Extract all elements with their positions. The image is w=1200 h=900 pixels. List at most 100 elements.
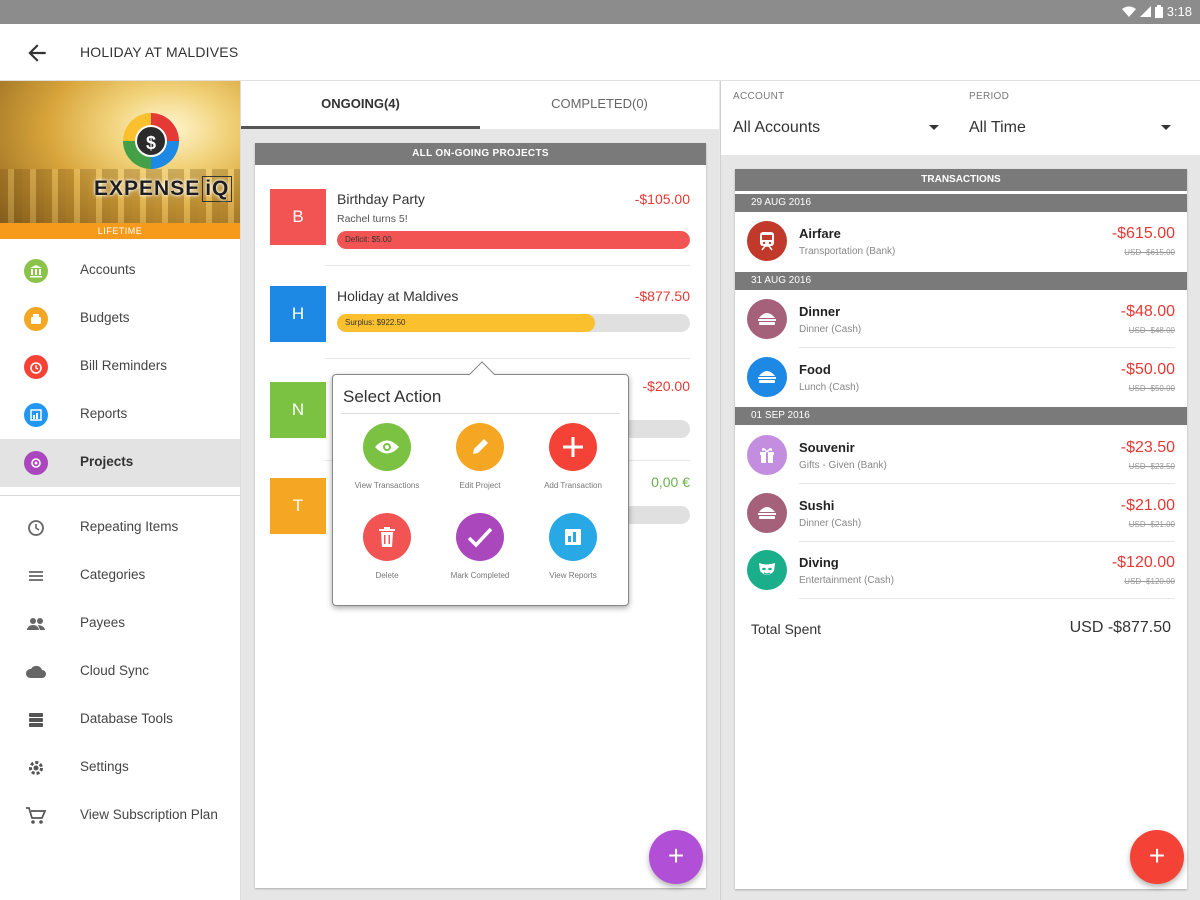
- dropdown-caret-icon: [1161, 125, 1171, 130]
- transactions-card: TRANSACTIONS 29 AUG 2016 Airfare Transpo…: [735, 169, 1187, 889]
- transactions-panel: ACCOUNT All Accounts PERIOD All Time TRA…: [720, 81, 1200, 900]
- period-label: PERIOD: [969, 91, 1010, 102]
- sidebar-item-projects[interactable]: Projects: [0, 439, 240, 487]
- sidebar-item-label: Cloud Sync: [80, 663, 150, 678]
- transaction-usd-amount: USD -$21.00: [1128, 520, 1175, 529]
- project-amount: -$20.00: [642, 378, 690, 394]
- sidebar-item-budgets[interactable]: Budgets: [0, 295, 240, 343]
- sidebar-item-cloud-sync[interactable]: Cloud Sync: [0, 648, 240, 696]
- app-logo-icon: $: [123, 113, 179, 169]
- projects-tabs: ONGOING(4) COMPLETED(0): [241, 81, 719, 129]
- tab-ongoing[interactable]: ONGOING(4): [241, 81, 480, 129]
- mask-icon: [747, 550, 787, 590]
- burger-icon: [747, 493, 787, 533]
- transaction-usd-amount: USD -$23.50: [1128, 462, 1175, 471]
- burger-icon: [747, 357, 787, 397]
- sidebar-item-settings[interactable]: Settings: [0, 744, 240, 792]
- popup-divider: [341, 413, 620, 414]
- drawer-banner: $ EXPENSE iQ LIFETIME: [0, 81, 240, 239]
- train-icon: [747, 221, 787, 261]
- budget-icon: [24, 307, 48, 331]
- mark-completed-action[interactable]: Mark Completed: [434, 513, 526, 580]
- app-brand: EXPENSE iQ: [94, 176, 233, 202]
- check-icon: [456, 513, 504, 561]
- sidebar-item-label: Repeating Items: [80, 519, 179, 534]
- select-action-popup: Select Action View Transactions Edit Pro…: [332, 361, 629, 606]
- sidebar-item-categories[interactable]: Categories: [0, 552, 240, 600]
- app-bar: HOLIDAY AT MALDIVES: [0, 24, 1200, 81]
- dropdown-caret-icon: [929, 125, 939, 130]
- row-divider: [799, 347, 1175, 348]
- account-dropdown[interactable]: ACCOUNT All Accounts: [733, 81, 945, 155]
- transaction-amount: -$120.00: [1111, 554, 1175, 571]
- sidebar-item-database-tools[interactable]: Database Tools: [0, 696, 240, 744]
- transaction-name: Dinner: [799, 304, 841, 319]
- sidebar-item-bill-reminders[interactable]: Bill Reminders: [0, 343, 240, 391]
- report-icon: [549, 513, 597, 561]
- transaction-category: Dinner (Cash): [799, 324, 862, 335]
- add-project-fab[interactable]: +: [649, 830, 703, 884]
- transactions-header: TRANSACTIONS: [735, 169, 1187, 191]
- add-transaction-action[interactable]: Add Transaction: [527, 423, 619, 490]
- action-label: View Reports: [549, 571, 597, 580]
- account-value: All Accounts: [733, 119, 821, 136]
- project-amount: -$105.00: [634, 191, 690, 207]
- transaction-name: Souvenir: [799, 440, 855, 455]
- transaction-row[interactable]: Airfare Transportation (Bank) -$615.00 U…: [735, 213, 1187, 270]
- row-divider: [325, 265, 690, 266]
- transaction-usd-amount: USD -$50.00: [1128, 384, 1175, 393]
- row-divider: [799, 598, 1175, 599]
- sidebar-item-repeating-items[interactable]: Repeating Items: [0, 504, 240, 552]
- edit-project-action[interactable]: Edit Project: [434, 423, 526, 490]
- transaction-row[interactable]: Food Lunch (Cash) -$50.00 USD -$50.00: [735, 349, 1187, 406]
- popup-title: Select Action: [343, 387, 442, 406]
- account-label: ACCOUNT: [733, 91, 785, 102]
- navigation-drawer: $ EXPENSE iQ LIFETIME Accounts Budgets Bi…: [0, 81, 241, 900]
- sidebar-item-accounts[interactable]: Accounts: [0, 247, 240, 295]
- transaction-row[interactable]: Dinner Dinner (Cash) -$48.00 USD -$48.00: [735, 291, 1187, 348]
- delete-action[interactable]: Delete: [341, 513, 433, 580]
- period-value: All Time: [969, 119, 1026, 136]
- action-label: Mark Completed: [450, 571, 510, 580]
- plus-icon: [549, 423, 597, 471]
- project-progress-bar: Surplus: $922.50: [337, 314, 690, 332]
- transaction-category: Dinner (Cash): [799, 518, 862, 529]
- project-name: Holiday at Maldives: [337, 288, 459, 304]
- transaction-amount: -$23.50: [1120, 439, 1175, 456]
- cart-icon: [24, 804, 48, 828]
- transaction-name: Airfare: [799, 226, 841, 241]
- bank-icon: [24, 259, 48, 283]
- transaction-category: Gifts - Given (Bank): [799, 460, 887, 471]
- sidebar-item-payees[interactable]: Payees: [0, 600, 240, 648]
- page-title: HOLIDAY AT MALDIVES: [80, 44, 239, 60]
- transaction-row[interactable]: Diving Entertainment (Cash) -$120.00 USD…: [735, 542, 1187, 599]
- date-header: 29 AUG 2016: [735, 194, 1187, 212]
- action-label: Edit Project: [459, 481, 501, 490]
- alarm-clock-icon: [24, 355, 48, 379]
- transaction-amount: -$48.00: [1120, 303, 1175, 320]
- total-spent-value: USD -$877.50: [1069, 619, 1171, 636]
- sidebar-item-label: Projects: [80, 454, 134, 469]
- total-spent-label: Total Spent: [751, 621, 822, 637]
- row-divider: [799, 483, 1175, 484]
- lifetime-badge: LIFETIME: [0, 223, 240, 239]
- sidebar-item-label: Categories: [80, 567, 146, 582]
- eye-icon: [363, 423, 411, 471]
- project-name: Birthday Party: [337, 191, 425, 207]
- transaction-row[interactable]: Sushi Dinner (Cash) -$21.00 USD -$21.00: [735, 485, 1187, 542]
- sidebar-item-view-subscription-plan[interactable]: View Subscription Plan: [0, 792, 240, 840]
- sidebar-item-reports[interactable]: Reports: [0, 391, 240, 439]
- project-row[interactable]: B Birthday Party Rachel turns 5! -$105.0…: [255, 189, 706, 285]
- back-arrow-icon[interactable]: [24, 40, 50, 66]
- transaction-row[interactable]: Souvenir Gifts - Given (Bank) -$23.50 US…: [735, 427, 1187, 484]
- view-transactions-action[interactable]: View Transactions: [341, 423, 433, 490]
- projects-icon: [24, 451, 48, 475]
- transaction-name: Diving: [799, 555, 839, 570]
- view-reports-action[interactable]: View Reports: [527, 513, 619, 580]
- tab-completed[interactable]: COMPLETED(0): [480, 81, 719, 129]
- cloud-icon: [24, 660, 48, 684]
- period-dropdown[interactable]: PERIOD All Time: [969, 81, 1181, 155]
- add-transaction-fab[interactable]: +: [1130, 830, 1184, 884]
- project-progress-bar: Deficit: $5.00: [337, 231, 690, 249]
- gear-icon: [24, 756, 48, 780]
